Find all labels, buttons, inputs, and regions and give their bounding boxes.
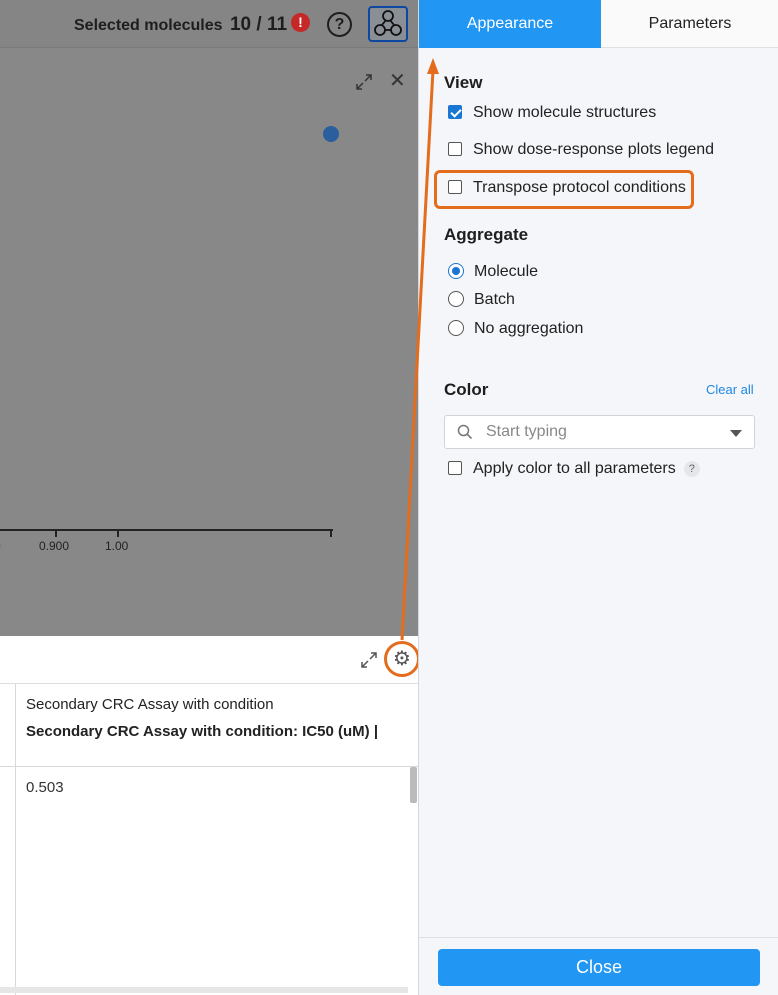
expand-icon[interactable] — [355, 73, 373, 91]
chevron-down-icon[interactable] — [730, 430, 742, 437]
x-tick — [117, 529, 119, 537]
help-button[interactable]: ? — [327, 12, 352, 37]
aggregate-section-title: Aggregate — [444, 225, 529, 244]
x-tick-label: 1.00 — [105, 539, 129, 553]
help-icon[interactable]: ? — [683, 461, 700, 477]
tab-parameters[interactable]: Parameters — [601, 0, 778, 48]
x-tick-label: 0.900 — [39, 539, 70, 553]
table-cell[interactable]: 0.503 — [26, 779, 64, 796]
x-tick — [330, 529, 332, 537]
settings-panel: Appearance Parameters View Show molecule… — [418, 0, 778, 995]
annotation-highlight — [434, 170, 694, 209]
vertical-scrollbar[interactable] — [410, 767, 417, 803]
error-icon[interactable]: ! — [291, 13, 310, 32]
x-tick-label: 0 — [0, 539, 1, 553]
data-point[interactable] — [323, 126, 339, 142]
close-button[interactable]: Close — [438, 949, 760, 986]
option-label: No aggregation — [474, 320, 584, 337]
aggregate-none-radio[interactable]: No aggregation — [448, 320, 583, 338]
column-header-subtitle[interactable]: Secondary CRC Assay with condition: IC50… — [26, 723, 418, 740]
x-tick — [55, 529, 57, 537]
molecule-icon — [374, 10, 402, 36]
option-label: Molecule — [474, 263, 539, 280]
close-icon[interactable]: ✕ — [389, 71, 406, 91]
table-toolbar: ⚙ — [0, 636, 420, 684]
color-select[interactable]: Start typing — [444, 415, 755, 449]
radio-selected-icon[interactable] — [448, 263, 464, 279]
selected-label-text: Selected molecules — [74, 17, 223, 34]
plot-toolbar: Selected molecules 10 / 11 ! ? — [0, 0, 418, 48]
color-section-title: Color — [444, 380, 489, 399]
header-divider — [0, 766, 418, 767]
option-label: Batch — [474, 291, 515, 308]
option-label: Apply color to all parameters — [473, 460, 676, 477]
checkbox-icon[interactable] — [448, 142, 462, 156]
selected-count: 10 / 11 — [229, 14, 288, 35]
radio-icon[interactable] — [448, 291, 464, 307]
x-axis — [0, 529, 333, 531]
horizontal-scrollbar[interactable] — [0, 987, 408, 993]
annotation-circle — [384, 641, 420, 677]
radio-icon[interactable] — [448, 320, 464, 336]
column-divider — [15, 684, 16, 995]
option-label: Show molecule structures — [473, 104, 657, 121]
aggregate-molecule-radio[interactable]: Molecule — [448, 263, 538, 281]
tab-appearance[interactable]: Appearance — [419, 0, 601, 48]
checkbox-icon[interactable] — [448, 461, 462, 475]
panel-footer: Close — [419, 937, 778, 995]
aggregate-batch-radio[interactable]: Batch — [448, 291, 515, 309]
show-molecule-structures-checkbox[interactable]: Show molecule structures — [448, 104, 656, 122]
apply-color-all-checkbox[interactable]: Apply color to all parameters? — [448, 460, 700, 478]
search-icon — [457, 424, 473, 440]
checkbox-checked-icon[interactable] — [448, 105, 462, 119]
color-select-placeholder: Start typing — [486, 423, 567, 440]
expand-icon[interactable] — [360, 651, 378, 669]
plot-area: Selected molecules 10 / 11 ! ? ✕ 0 0.900… — [0, 0, 418, 636]
table-area: ⚙ Secondary CRC Assay with condition Sec… — [0, 636, 420, 995]
clear-all-link[interactable]: Clear all — [706, 382, 754, 397]
view-section-title: View — [444, 73, 483, 92]
column-header-title[interactable]: Secondary CRC Assay with condition — [26, 696, 274, 713]
molecule-structure-button[interactable] — [368, 6, 408, 42]
selected-molecules-label: Selected molecules 10 / 11 — [74, 14, 287, 36]
option-label: Show dose-response plots legend — [473, 141, 715, 158]
show-plots-legend-checkbox[interactable]: Show dose-response plots legend — [448, 141, 714, 159]
